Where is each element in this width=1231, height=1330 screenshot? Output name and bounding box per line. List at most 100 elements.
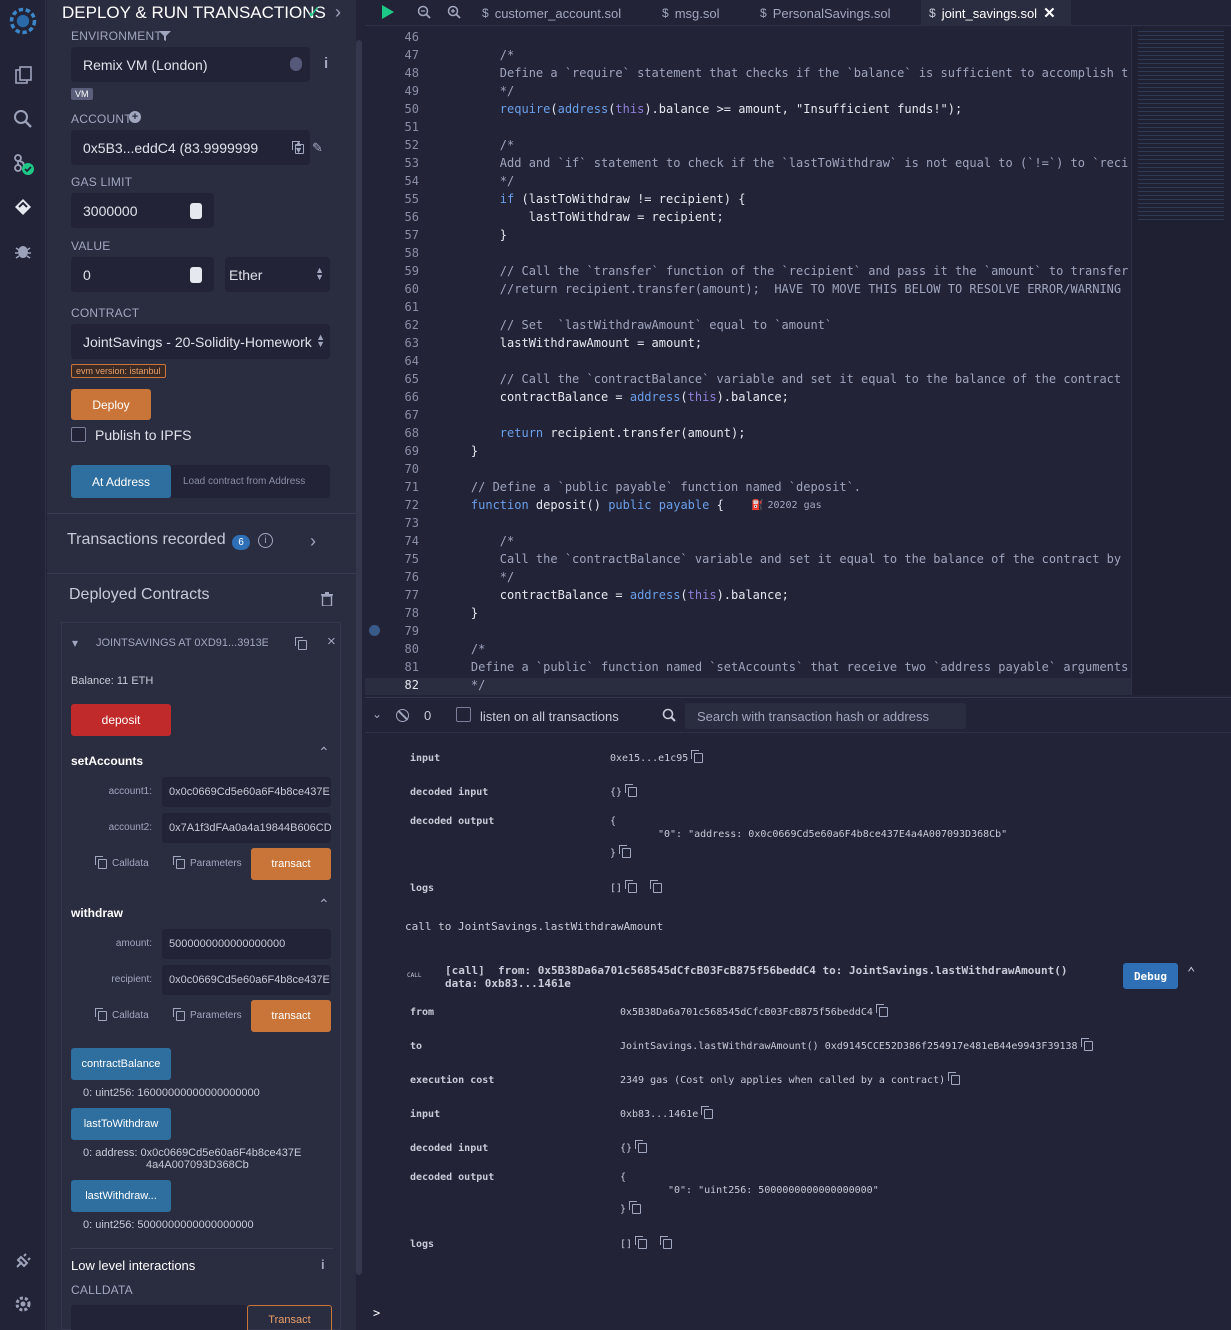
account2-input[interactable]: 0x7A1f3dFAa0a4a19844B606CD	[162, 813, 331, 843]
gas-limit-label: GAS LIMIT	[71, 175, 133, 189]
account-select[interactable]: 0x5B3...eddC4 (83.9999999 ▲ ▼	[71, 130, 310, 165]
copy-icon[interactable]	[619, 845, 632, 858]
publish-ipfs-checkbox[interactable]	[71, 427, 86, 442]
chevron-up-icon[interactable]: ⌃	[318, 744, 330, 761]
copy-icon[interactable]	[629, 1201, 642, 1214]
solidity-compiler-icon[interactable]	[8, 148, 38, 178]
parameters-copy[interactable]: Parameters	[170, 855, 242, 869]
line-number: 67	[404, 408, 419, 422]
copy-icon[interactable]	[635, 1140, 648, 1153]
select-arrows-icon: ▲ ▼	[315, 265, 324, 282]
copy-icon[interactable]	[1080, 1038, 1093, 1051]
breakpoint-marker[interactable]	[369, 625, 380, 636]
gas-limit-input[interactable]: 3000000	[71, 193, 214, 228]
close-tab-icon[interactable]: ✕	[1043, 4, 1056, 22]
copy-icon[interactable]	[948, 1072, 961, 1085]
contract-balance-button[interactable]: contractBalance	[71, 1048, 171, 1080]
at-address-button[interactable]: At Address	[71, 465, 171, 498]
copy-icon[interactable]	[691, 750, 704, 763]
gas-pump-icon: ⛽	[751, 500, 764, 511]
file-explorer-icon[interactable]	[8, 60, 38, 90]
zoom-in-icon[interactable]	[447, 5, 461, 24]
search-icon[interactable]	[8, 104, 38, 134]
deploy-button[interactable]: Deploy	[71, 389, 151, 420]
tab-customer-account[interactable]: $ customer_account.sol	[482, 0, 621, 26]
add-account-icon[interactable]: +	[129, 111, 141, 123]
contract-label: CONTRACT	[71, 306, 140, 320]
environment-select[interactable]: Remix VM (London)	[71, 47, 310, 82]
code-editor[interactable]: 46 47 48 49 50 51 52 53 54 55 56 57 58 59 60 61 62 63 64 65…	[365, 27, 1231, 695]
copy-address-icon[interactable]	[292, 636, 307, 654]
settings-gear-icon[interactable]	[8, 1289, 38, 1319]
copy-icon[interactable]	[660, 1236, 673, 1249]
deploy-run-icon[interactable]	[8, 192, 38, 222]
tx-key: logs	[410, 1239, 435, 1250]
chevron-down-icon[interactable]: ▾	[72, 636, 78, 650]
copy-account-icon[interactable]	[289, 140, 304, 158]
search-icon	[662, 708, 676, 727]
close-icon[interactable]: ×	[327, 633, 336, 650]
account1-input[interactable]: 0x0c0669Cd5e60a6F4b8ce437E	[162, 777, 331, 807]
terminal-search-input[interactable]: Search with transaction hash or address	[685, 703, 966, 729]
copy-icon[interactable]	[701, 1106, 714, 1119]
value-unit-select[interactable]: Ether ▲ ▼	[225, 257, 330, 292]
run-icon[interactable]	[381, 4, 395, 25]
copy-icon[interactable]	[650, 880, 663, 893]
zoom-out-icon[interactable]	[417, 5, 431, 24]
edit-icon[interactable]: ✎	[312, 140, 323, 156]
amount-input[interactable]: 5000000000000000000	[162, 929, 331, 959]
chevron-right-icon[interactable]: ›	[310, 531, 316, 552]
plugin-manager-icon[interactable]	[8, 1246, 38, 1276]
remix-logo-icon[interactable]	[8, 6, 38, 36]
panel-scrollbar[interactable]	[356, 40, 362, 1275]
load-contract-address-input[interactable]: Load contract from Address	[171, 465, 330, 498]
copy-icon[interactable]	[635, 1236, 648, 1249]
copy-icon[interactable]	[625, 784, 638, 797]
set-accounts-transact-button[interactable]: transact	[251, 848, 331, 880]
account-value: 0x5B3...eddC4 (83.9999999	[83, 139, 259, 156]
info-icon[interactable]: i	[324, 55, 328, 72]
tab-personal-savings[interactable]: $ PersonalSavings.sol	[760, 0, 890, 26]
chevron-up-icon[interactable]: ⌃	[1187, 965, 1195, 981]
collapse-terminal-icon[interactable]: ⌄	[372, 707, 382, 721]
stepper-icon[interactable]	[190, 267, 202, 283]
tab-joint-savings[interactable]: $ joint_savings.sol ✕	[921, 0, 1071, 26]
code-line: /*	[442, 48, 515, 62]
code-minimap[interactable]	[1131, 27, 1231, 695]
listen-all-label: listen on all transactions	[480, 709, 619, 724]
tx-value: }	[620, 1201, 642, 1215]
stepper-icon[interactable]	[190, 203, 202, 219]
parameters-copy[interactable]: Parameters	[170, 1007, 242, 1021]
chevron-right-icon[interactable]: ›	[335, 2, 341, 23]
listen-all-checkbox[interactable]	[456, 707, 471, 722]
tab-msg[interactable]: $ msg.sol	[662, 0, 719, 26]
code-line: Define a `public` function named `setAcc…	[442, 660, 1129, 674]
chevron-up-icon[interactable]: ⌃	[318, 896, 330, 913]
funnel-icon[interactable]	[159, 29, 171, 47]
call-header[interactable]: [call] from: 0x5B38Da6a701c568545dCfcB03…	[445, 964, 1068, 977]
debugger-icon[interactable]	[8, 236, 38, 266]
trash-icon[interactable]	[321, 592, 333, 611]
low-level-transact-button[interactable]: Transact	[247, 1305, 332, 1330]
calldata-input[interactable]	[71, 1305, 247, 1330]
terminal-prompt[interactable]: >	[373, 1306, 380, 1320]
contract-select[interactable]: JointSavings - 20-Solidity-Homework ▲ ▼	[71, 324, 330, 359]
value-input[interactable]: 0	[71, 257, 214, 292]
last-withdraw-amount-button[interactable]: lastWithdraw...	[71, 1180, 171, 1212]
icon-rail	[0, 0, 46, 1330]
input-value: 0xb83...1461e	[620, 1109, 699, 1120]
withdraw-transact-button[interactable]: transact	[251, 1000, 331, 1032]
clear-console-icon[interactable]	[396, 709, 409, 722]
calldata-copy[interactable]: Calldata	[92, 1007, 149, 1021]
last-to-withdraw-button[interactable]: lastToWithdraw	[71, 1108, 171, 1140]
info-icon[interactable]: i	[258, 533, 273, 548]
debug-button[interactable]: Debug	[1123, 963, 1178, 989]
recipient-input[interactable]: 0x0c0669Cd5e60a6F4b8ce437E	[162, 965, 331, 995]
deposit-button[interactable]: deposit	[71, 704, 171, 736]
copy-icon[interactable]	[625, 880, 638, 893]
calldata-label: Calldata	[112, 1010, 149, 1021]
parameters-label: Parameters	[190, 858, 242, 869]
info-icon[interactable]: i	[321, 1257, 325, 1272]
calldata-copy[interactable]: Calldata	[92, 855, 149, 869]
copy-icon[interactable]	[875, 1004, 888, 1017]
